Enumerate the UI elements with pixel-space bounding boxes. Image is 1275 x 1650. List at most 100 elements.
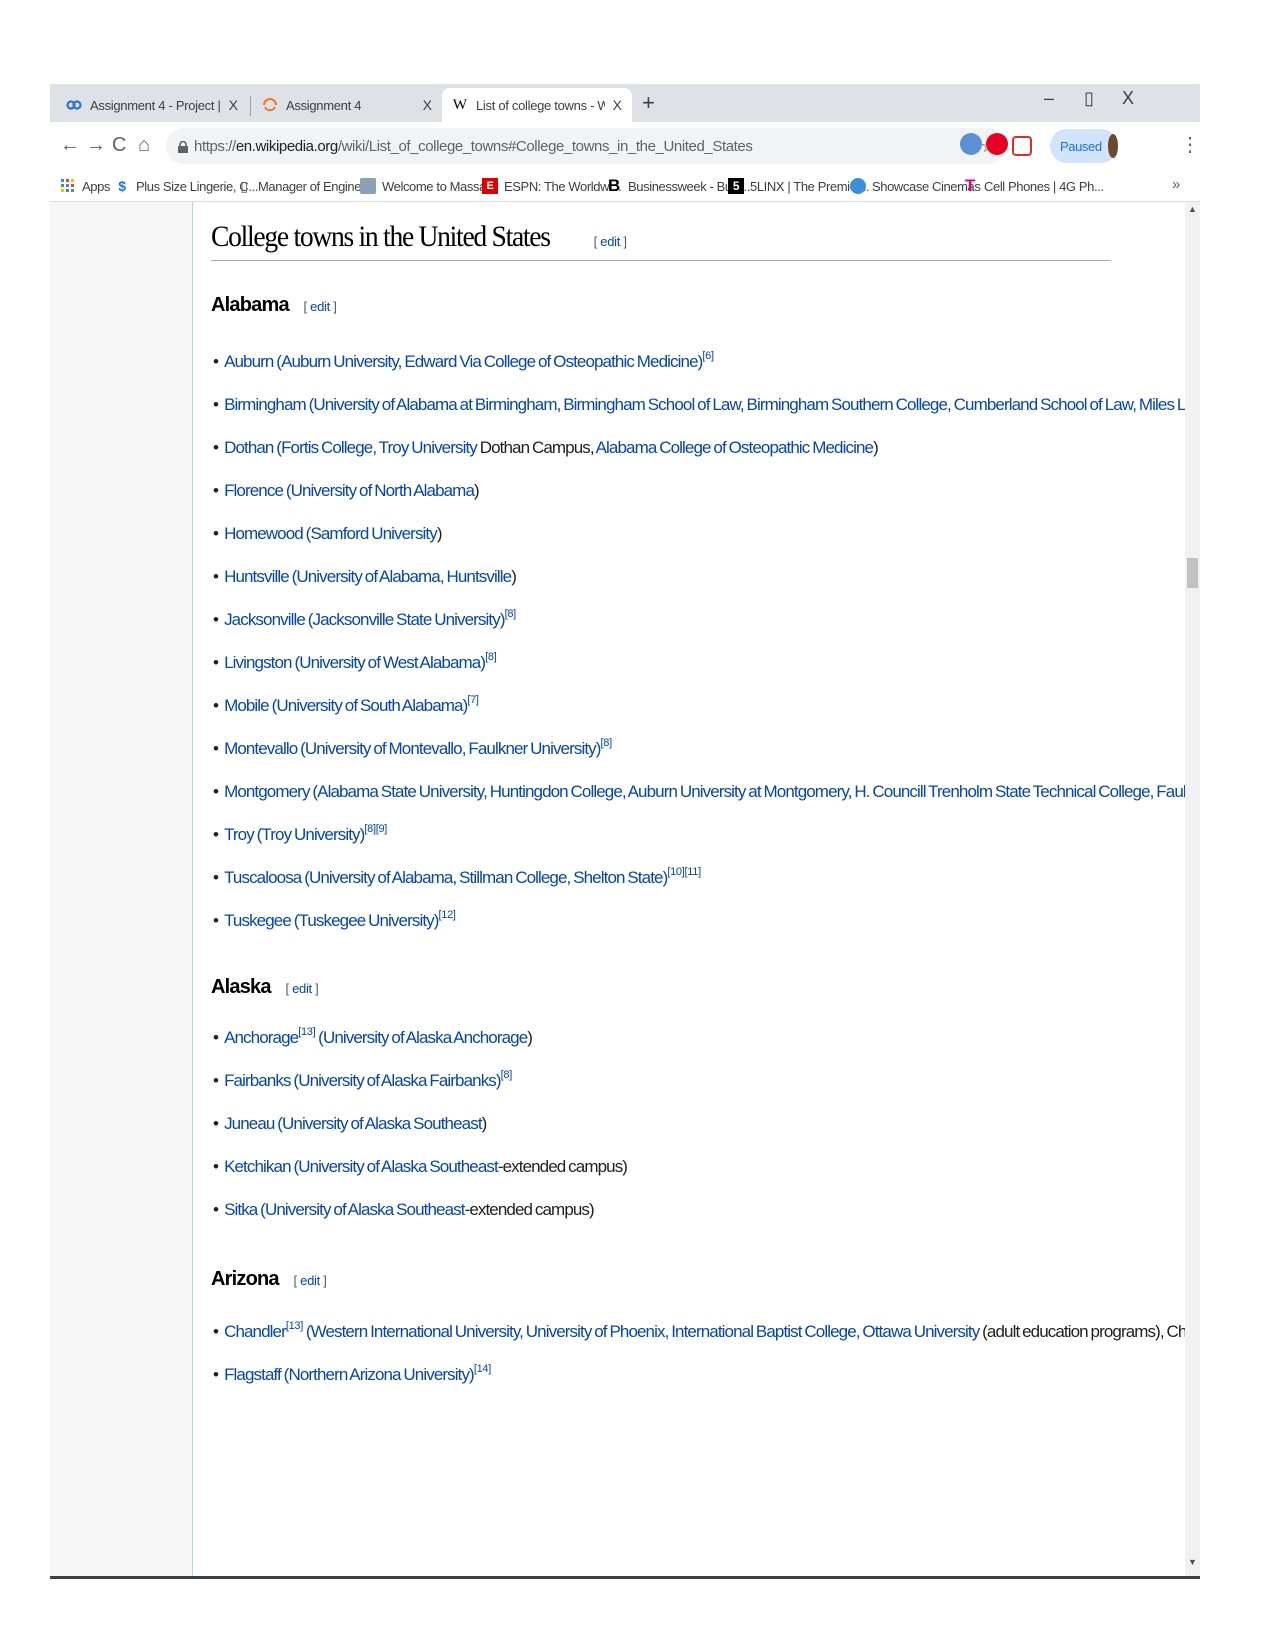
- citation-link[interactable]: [8]: [601, 737, 613, 749]
- restore-button[interactable]: ▯: [1084, 88, 1094, 109]
- apps-grid-icon: [60, 178, 76, 194]
- scroll-thumb[interactable]: [1187, 558, 1198, 588]
- town-link[interactable]: Homewood: [224, 524, 304, 543]
- institution-link[interactable]: (Tuskegee University): [291, 911, 440, 930]
- wikipedia-icon: W: [452, 96, 468, 113]
- institution-link[interactable]: (Troy University): [254, 825, 366, 844]
- new-tab-button[interactable]: +: [642, 90, 655, 116]
- institution-link[interactable]: (University of Alaska Anchorage: [315, 1028, 528, 1047]
- institution-link[interactable]: (University of Alaska Southeast: [274, 1114, 482, 1133]
- town-link[interactable]: Florence: [224, 481, 284, 500]
- institution-link[interactable]: (University of Alaska Southeast: [257, 1200, 465, 1219]
- institution-link[interactable]: (Northern Arizona University): [281, 1365, 475, 1384]
- institution-link[interactable]: (University of South Alabama): [269, 696, 469, 715]
- town-link[interactable]: Troy: [224, 825, 255, 844]
- tab-close-icon[interactable]: X: [229, 97, 238, 113]
- back-icon[interactable]: ←: [60, 134, 80, 157]
- tab-coursera[interactable]: Assignment 4 - Project | Coursera X: [56, 88, 248, 122]
- institution-link[interactable]: (University of North Alabama: [283, 481, 475, 500]
- town-link[interactable]: Sitka: [224, 1200, 258, 1219]
- citation-link[interactable]: [8][9]: [364, 823, 387, 835]
- town-link[interactable]: Auburn: [224, 352, 274, 371]
- citation-link[interactable]: [7]: [467, 694, 479, 706]
- reload-icon[interactable]: C: [112, 134, 126, 157]
- menu-icon[interactable]: ⋮: [1180, 132, 1200, 157]
- list-item: Juneau (University of Alaska Southeast): [213, 1114, 1173, 1157]
- edit-link[interactable]: edit: [292, 981, 312, 996]
- extension-red-icon[interactable]: [1012, 136, 1032, 156]
- citation-link[interactable]: [8]: [501, 1069, 513, 1081]
- institution-link[interactable]: (University of Alabama, Huntsville: [289, 567, 513, 586]
- taskbar-edge: [50, 1576, 1200, 1579]
- bookmarks-overflow-button[interactable]: »: [1172, 176, 1180, 193]
- minimize-button[interactable]: –: [1044, 88, 1054, 109]
- town-list-alabama: Auburn (Auburn University, Edward Via Co…: [213, 350, 1200, 954]
- institution-link[interactable]: (Western International University, Unive…: [303, 1322, 980, 1341]
- edit-section: [ edit ]: [303, 299, 337, 314]
- citation-link[interactable]: [6]: [702, 350, 714, 362]
- citation-link[interactable]: [13]: [298, 1026, 315, 1038]
- bookmark-manager[interactable]: ▯ Manager of Engine...: [236, 176, 371, 196]
- town-link[interactable]: Tuskegee: [224, 911, 292, 930]
- town-link[interactable]: Livingston: [224, 653, 292, 672]
- institution-link[interactable]: (Samford University: [303, 524, 438, 543]
- tab-close-icon[interactable]: X: [613, 97, 622, 113]
- town-link[interactable]: Chandler: [224, 1322, 287, 1341]
- town-link[interactable]: Montevallo: [224, 739, 298, 758]
- edit-link[interactable]: edit: [300, 1273, 320, 1288]
- tab-close-icon[interactable]: X: [423, 97, 432, 113]
- town-link[interactable]: Dothan: [224, 438, 274, 457]
- state-heading-alabama: Alabama [ edit ]: [211, 294, 337, 317]
- bookmark-espn[interactable]: E ESPN: The Worldwi...: [482, 176, 622, 196]
- scroll-down-arrow-icon[interactable]: ▼: [1188, 1557, 1197, 1567]
- institution-link[interactable]: (Auburn University, Edward Via College o…: [273, 352, 703, 371]
- tab-wikipedia[interactable]: W List of college towns - Wikipedia X: [442, 88, 632, 122]
- citation-link[interactable]: [10][11]: [667, 866, 701, 878]
- pinterest-icon[interactable]: [986, 133, 1008, 155]
- vertical-scrollbar[interactable]: ▲ ▼: [1185, 202, 1200, 1576]
- home-icon[interactable]: ⌂: [138, 134, 150, 157]
- scroll-up-arrow-icon[interactable]: ▲: [1188, 204, 1197, 214]
- town-link[interactable]: Fairbanks: [224, 1071, 291, 1090]
- lock-icon: [178, 140, 188, 153]
- institution-link[interactable]: (University of Alabama at Birmingham, Bi…: [306, 395, 1200, 414]
- town-link[interactable]: Ketchikan: [224, 1157, 291, 1176]
- town-link[interactable]: Mobile: [224, 696, 270, 715]
- citation-link[interactable]: [8]: [505, 608, 517, 620]
- town-link[interactable]: Montgomery: [224, 782, 310, 801]
- bookmark-showcase[interactable]: Showcase Cinemas: [850, 176, 981, 196]
- state-heading-alaska: Alaska [ edit ]: [211, 976, 319, 999]
- town-link[interactable]: Tuscaloosa: [224, 868, 302, 887]
- institution-link[interactable]: Alabama College of Osteopathic Medicine: [596, 438, 874, 457]
- institution-link[interactable]: (University of West Alabama): [292, 653, 486, 672]
- institution-link[interactable]: (Fortis College, Troy University: [273, 438, 478, 457]
- institution-link[interactable]: (Jacksonville State University): [305, 610, 506, 629]
- institution-link[interactable]: (University of Alabama, Stillman College…: [301, 868, 668, 887]
- edit-link[interactable]: edit: [310, 299, 330, 314]
- bookmark-apps[interactable]: Apps: [60, 176, 110, 196]
- edit-link[interactable]: edit: [600, 234, 620, 249]
- institution-link[interactable]: (Alabama State University, Huntingdon Co…: [310, 782, 1200, 801]
- institution-link[interactable]: (University of Alaska Fairbanks): [291, 1071, 501, 1090]
- citation-link[interactable]: [13]: [286, 1320, 303, 1332]
- bookmark-tmobile[interactable]: T Cell Phones | 4G Ph...: [962, 176, 1104, 196]
- extension-globe-icon[interactable]: [960, 133, 982, 155]
- town-link[interactable]: Jacksonville: [224, 610, 306, 629]
- forward-icon[interactable]: →: [86, 134, 106, 157]
- town-link[interactable]: Birmingham: [224, 395, 307, 414]
- bookmark-massachusetts[interactable]: Welcome to Massa...: [360, 176, 496, 196]
- town-link[interactable]: Flagstaff: [224, 1365, 282, 1384]
- citation-link[interactable]: [12]: [439, 909, 456, 921]
- citation-link[interactable]: [8]: [485, 651, 497, 663]
- institution-link[interactable]: (University of Alaska Southeast: [291, 1157, 498, 1176]
- town-link[interactable]: Huntsville: [224, 567, 290, 586]
- tab-assignment[interactable]: Assignment 4 X: [252, 88, 442, 122]
- town-link[interactable]: Juneau: [224, 1114, 275, 1133]
- town-link[interactable]: Anchorage: [224, 1028, 299, 1047]
- profile-paused-button[interactable]: Paused: [1050, 129, 1118, 163]
- bookmark-5linx[interactable]: 5 5LINX | The Premier...: [728, 176, 870, 196]
- citation-link[interactable]: [14]: [474, 1363, 491, 1375]
- institution-link[interactable]: (University of Montevallo, Faulkner Univ…: [297, 739, 601, 758]
- address-bar[interactable]: https://en.wikipedia.org/wiki/List_of_co…: [166, 128, 1006, 164]
- close-window-button[interactable]: X: [1122, 88, 1134, 109]
